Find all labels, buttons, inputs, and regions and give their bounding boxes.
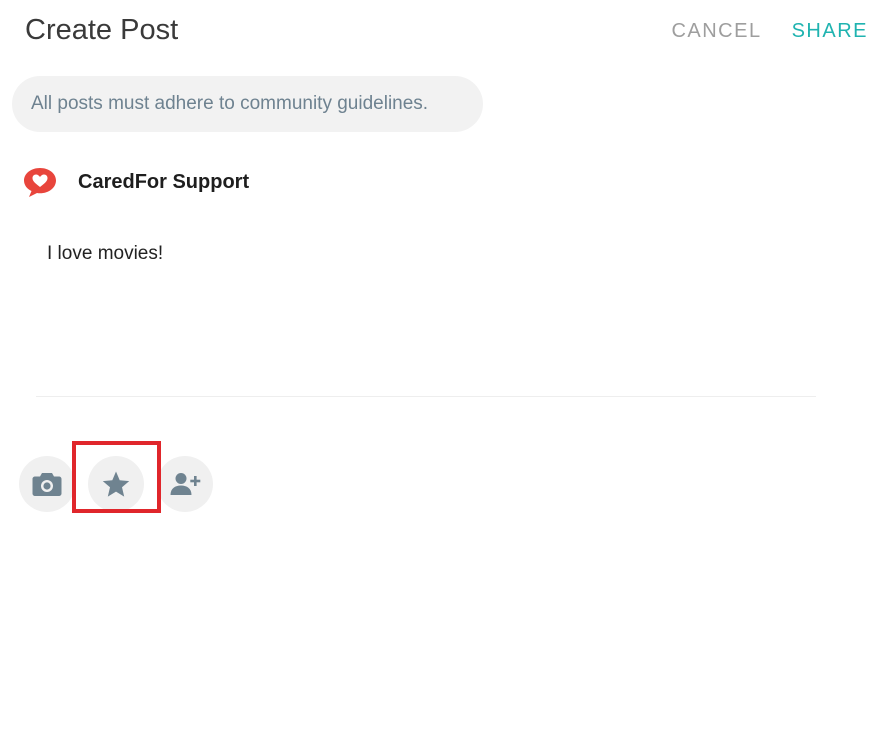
guidelines-notice: All posts must adhere to community guide… bbox=[12, 76, 483, 132]
header-actions: CANCEL SHARE bbox=[671, 20, 868, 43]
add-person-icon bbox=[169, 471, 201, 497]
tag-person-button[interactable] bbox=[157, 456, 213, 512]
author-name: CaredFor Support bbox=[78, 170, 250, 193]
author-row: CaredFor Support bbox=[22, 165, 249, 199]
cancel-button[interactable]: CANCEL bbox=[671, 20, 761, 43]
post-text-input[interactable]: I love movies! bbox=[47, 243, 163, 265]
page-title: Create Post bbox=[25, 14, 179, 46]
camera-icon bbox=[31, 470, 63, 498]
create-post-page: Create Post CANCEL SHARE All posts must … bbox=[0, 0, 880, 730]
favorite-button[interactable] bbox=[88, 456, 144, 512]
post-toolbar bbox=[19, 456, 213, 512]
add-photo-button[interactable] bbox=[19, 456, 75, 512]
share-button[interactable]: SHARE bbox=[792, 20, 868, 43]
heart-chat-logo-icon bbox=[22, 165, 58, 199]
star-icon bbox=[101, 470, 131, 499]
divider bbox=[36, 396, 816, 397]
